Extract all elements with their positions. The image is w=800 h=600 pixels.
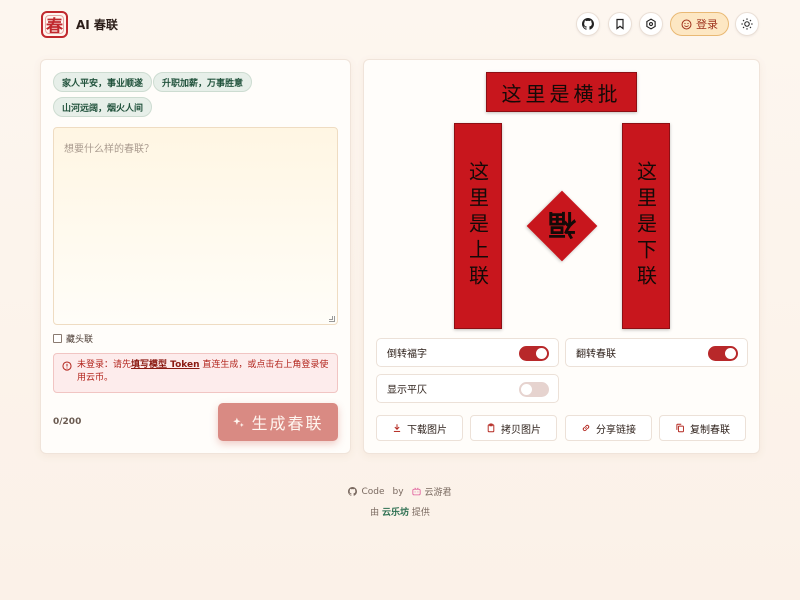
download-image-button[interactable]: 下载图片 [376, 415, 463, 441]
copy-couplet-button[interactable]: 复制春联 [659, 415, 746, 441]
bookmark-icon [616, 18, 624, 30]
logo-char: 春 [46, 17, 63, 37]
generate-button[interactable]: 生成春联 [218, 403, 338, 441]
toggle-show-tones[interactable]: 显示平仄 [376, 374, 559, 403]
github-icon [582, 18, 594, 30]
resize-handle-icon[interactable] [329, 316, 335, 322]
github-button[interactable] [576, 12, 600, 36]
suggestion-chip[interactable]: 家人平安，事业顺遂 [53, 72, 153, 92]
from-text: 由 [370, 508, 380, 518]
toggle-label: 翻转春联 [576, 349, 616, 360]
download-icon [393, 424, 401, 432]
provider-link[interactable]: 云乐坊 [382, 508, 409, 518]
horizontal-scroll: 这里是横批 [486, 72, 637, 112]
acrostic-checkbox[interactable] [53, 334, 62, 343]
show-tones-switch[interactable] [519, 382, 549, 397]
copy-image-label: 拷贝图片 [501, 424, 541, 436]
acrostic-option[interactable]: 藏头联 [53, 332, 93, 345]
code-link[interactable]: Code [361, 487, 384, 497]
token-link[interactable]: 填写模型 Token [131, 360, 200, 370]
char-counter: 0/200 [53, 417, 82, 427]
suggestion-chip[interactable]: 升职加薪，万事胜意 [153, 72, 253, 92]
flip-couplet-switch[interactable] [708, 346, 738, 361]
by-text: by [392, 486, 404, 497]
first-line-scroll: 这里是上联 [454, 123, 502, 329]
link-icon [582, 424, 590, 432]
share-link-label: 分享链接 [596, 424, 636, 436]
generate-label: 生成春联 [251, 414, 324, 433]
horizontal-text: 这里是横批 [501, 81, 622, 106]
alert-circle-icon [62, 361, 72, 371]
theme-toggle-button[interactable] [735, 12, 759, 36]
copy-couplet-label: 复制春联 [690, 424, 730, 436]
suggestion-chip[interactable]: 山河远阔，烟火人间 [53, 97, 153, 117]
github-icon [348, 487, 358, 496]
smile-icon [681, 19, 692, 29]
share-link-button[interactable]: 分享链接 [565, 415, 652, 441]
bookmark-button[interactable] [608, 12, 632, 36]
second-line-text: 这里是下联 [633, 161, 658, 291]
copy-image-button[interactable]: 拷贝图片 [470, 415, 557, 441]
footer-provider: 由 云乐坊 提供 [0, 505, 800, 518]
hexagon-gear-icon [646, 18, 656, 30]
sun-icon [741, 18, 753, 30]
header: 春 AI 春联 登录 [0, 0, 800, 48]
provide-text: 提供 [411, 508, 430, 518]
bilibili-icon [411, 487, 421, 496]
toggle-label: 显示平仄 [387, 385, 427, 396]
acrostic-label: 藏头联 [66, 335, 94, 345]
notice-prefix: 未登录：请先 [77, 360, 132, 370]
toggle-label: 倒转福字 [387, 349, 427, 360]
login-label: 登录 [696, 18, 718, 31]
second-line-scroll: 这里是下联 [622, 123, 670, 329]
fu-character: 福 [548, 208, 577, 241]
sparkles-icon [233, 417, 245, 427]
prompt-textarea[interactable]: 想要什么样的春联？ [53, 127, 338, 325]
settings-button[interactable] [639, 12, 663, 36]
footer-credits: Code by 云游君 [0, 485, 800, 498]
input-panel: 家人平安，事业顺遂 升职加薪，万事胜意 山河远阔，烟火人间 想要什么样的春联？ … [40, 59, 351, 454]
app-logo[interactable]: 春 [41, 11, 68, 38]
app-title: AI 春联 [76, 18, 118, 32]
prompt-placeholder: 想要什么样的春联？ [64, 144, 154, 155]
author-link[interactable]: 云游君 [425, 485, 452, 498]
login-button[interactable]: 登录 [670, 12, 729, 36]
download-label: 下载图片 [407, 424, 447, 436]
invert-fu-switch[interactable] [519, 346, 549, 361]
toggle-flip-couplet[interactable]: 翻转春联 [565, 338, 748, 367]
toggle-invert-fu[interactable]: 倒转福字 [376, 338, 559, 367]
copy-icon [676, 423, 684, 433]
login-notice: 未登录：请先填写模型 Token 直连生成，或点击右上角登录使用云币。 [53, 353, 338, 393]
first-line-text: 这里是上联 [465, 161, 490, 291]
preview-panel: 这里是横批 这里是上联 福 这里是下联 倒转福字 翻转春联 显示平仄 下载图片 … [363, 59, 760, 454]
clipboard-icon [487, 423, 495, 433]
